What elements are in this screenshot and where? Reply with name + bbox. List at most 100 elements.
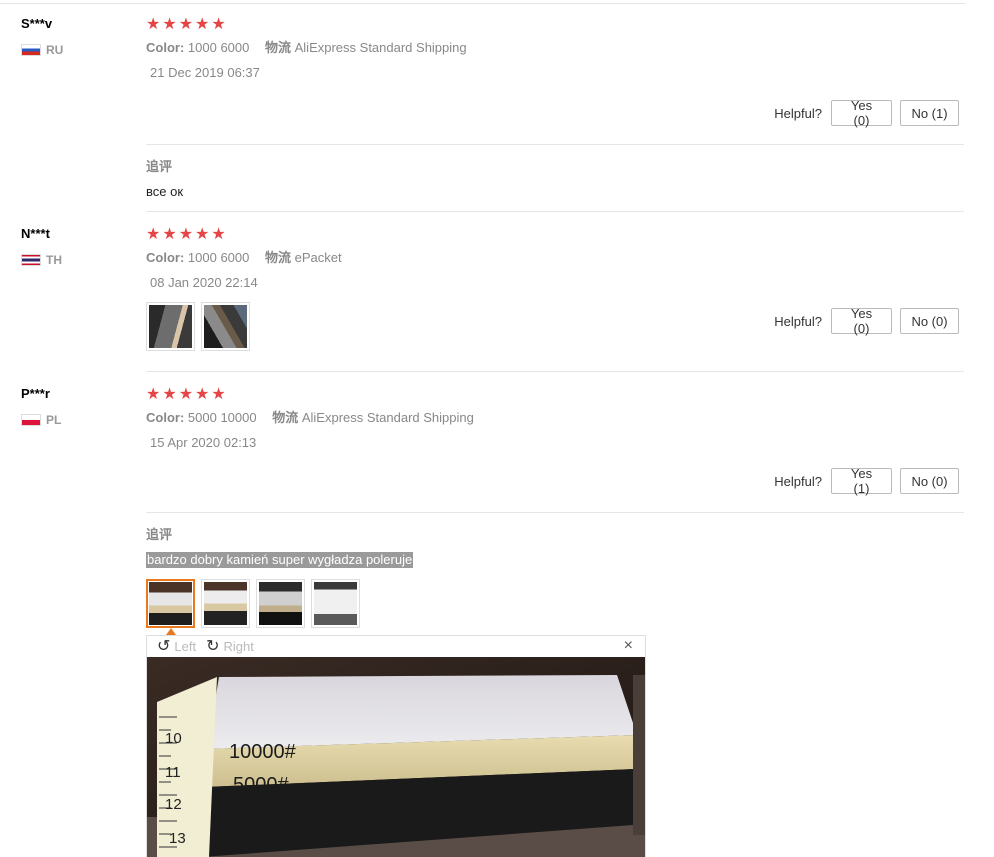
viewer-pointer bbox=[166, 628, 176, 635]
review-divider bbox=[146, 211, 964, 212]
followup-text: все ок bbox=[146, 184, 184, 199]
review-photos bbox=[146, 302, 250, 351]
ruler-number: 10 bbox=[165, 730, 182, 747]
star-icon: ★ bbox=[195, 386, 210, 403]
reviewer-info: P***r PL bbox=[21, 386, 131, 427]
shipping-label: 物流 bbox=[272, 410, 299, 425]
review-content: ★ ★ ★ ★ ★ Color: 5000 10000 物流 AliExpres… bbox=[146, 386, 964, 451]
shipping-label: 物流 bbox=[264, 250, 291, 265]
ruler-number: 11 bbox=[165, 764, 181, 781]
star-icon: ★ bbox=[195, 226, 210, 243]
color-label: Color: bbox=[146, 40, 185, 55]
followup-photo-thumbnail-active[interactable] bbox=[146, 579, 195, 628]
star-icon: ★ bbox=[162, 226, 177, 243]
ruler-number: 12 bbox=[165, 796, 182, 813]
color-value: 1000 6000 bbox=[187, 250, 250, 265]
rotate-right-icon: ↻ bbox=[206, 637, 220, 655]
shipping-label: 物流 bbox=[264, 40, 291, 55]
helpful-label: Helpful? bbox=[774, 313, 822, 329]
star-rating: ★ ★ ★ ★ ★ bbox=[146, 226, 964, 244]
followup-photo-thumbnail[interactable] bbox=[201, 579, 250, 628]
followup-divider bbox=[146, 144, 964, 145]
order-attributes: Color: 1000 6000 物流 ePacket bbox=[146, 250, 964, 266]
star-icon: ★ bbox=[178, 386, 194, 403]
country-code: RU bbox=[46, 43, 64, 57]
review-photo-thumbnail[interactable] bbox=[146, 302, 195, 351]
helpful-label: Helpful? bbox=[774, 105, 822, 121]
shipping-value: ePacket bbox=[294, 250, 342, 265]
followup-photos bbox=[146, 579, 360, 628]
helpful-controls: Helpful? Yes (0) No (0) bbox=[774, 306, 959, 336]
color-value: 1000 6000 bbox=[187, 40, 250, 55]
followup-title: 追评 bbox=[146, 159, 173, 174]
helpful-no-button[interactable]: No (0) bbox=[900, 308, 959, 334]
ruler-number: 13 bbox=[169, 830, 186, 847]
reviewer-country: RU bbox=[21, 43, 131, 57]
star-icon: ★ bbox=[195, 16, 210, 33]
viewer-photo: 10 11 12 13 10000# 5000# bbox=[147, 657, 645, 857]
star-icon: ★ bbox=[211, 386, 226, 403]
photo-image bbox=[259, 582, 302, 625]
rotate-left-icon: ↺ bbox=[157, 637, 171, 655]
photo-image bbox=[149, 582, 192, 625]
color-value: 5000 10000 bbox=[187, 410, 257, 425]
review-date: 21 Dec 2019 06:37 bbox=[150, 65, 260, 80]
review-photo-thumbnail[interactable] bbox=[201, 302, 250, 351]
reviewer-country: TH bbox=[21, 253, 131, 267]
star-icon: ★ bbox=[146, 226, 161, 243]
country-code: PL bbox=[46, 413, 62, 427]
review-content: ★ ★ ★ ★ ★ Color: 1000 6000 物流 ePacket 08… bbox=[146, 226, 964, 291]
photo-image bbox=[204, 582, 247, 625]
shipping-value: AliExpress Standard Shipping bbox=[301, 410, 474, 425]
followup-title: 追评 bbox=[146, 527, 173, 542]
star-icon: ★ bbox=[178, 226, 194, 243]
photo-image bbox=[149, 305, 192, 348]
flag-ru-icon bbox=[21, 44, 41, 56]
color-label: Color: bbox=[146, 410, 185, 425]
reviewer-info: N***t TH bbox=[21, 226, 131, 267]
review-date: 15 Apr 2020 02:13 bbox=[150, 435, 257, 450]
reviewer-name: N***t bbox=[21, 226, 50, 241]
viewer-toolbar: ↺ Left ↻ Right × bbox=[147, 636, 645, 657]
helpful-yes-button[interactable]: Yes (0) bbox=[831, 98, 892, 128]
rotate-left-button[interactable]: ↺ Left bbox=[157, 637, 197, 655]
order-attributes: Color: 1000 6000 物流 AliExpress Standard … bbox=[146, 40, 964, 56]
reviewer-name: S***v bbox=[21, 16, 53, 31]
star-icon: ★ bbox=[146, 16, 161, 33]
rotate-right-label: Right bbox=[223, 639, 254, 654]
rotate-right-button[interactable]: ↻ Right bbox=[206, 637, 254, 655]
helpful-no-button[interactable]: No (0) bbox=[900, 468, 959, 494]
whetstone-photo: 10 11 12 13 10000# 5000# bbox=[147, 657, 645, 857]
star-rating: ★ ★ ★ ★ ★ bbox=[146, 386, 964, 404]
close-icon[interactable]: × bbox=[624, 637, 633, 655]
followup-photo-thumbnail[interactable] bbox=[256, 579, 305, 628]
review-date: 08 Jan 2020 22:14 bbox=[150, 275, 258, 290]
flag-th-icon bbox=[21, 254, 41, 266]
followup-photo-thumbnail[interactable] bbox=[311, 579, 360, 628]
rotate-left-label: Left bbox=[174, 639, 197, 654]
helpful-controls: Helpful? Yes (1) No (0) bbox=[774, 466, 959, 496]
grit-label-bottom: 5000# bbox=[233, 774, 289, 796]
reviewer-name: P***r bbox=[21, 386, 50, 401]
photo-image bbox=[314, 582, 357, 625]
star-icon: ★ bbox=[211, 16, 226, 33]
helpful-yes-button[interactable]: Yes (0) bbox=[831, 306, 892, 336]
grit-label-top: 10000# bbox=[229, 741, 297, 763]
flag-pl-icon bbox=[21, 414, 41, 426]
photo-viewer: ↺ Left ↻ Right × 10 11 12 13 10000# 5000… bbox=[146, 635, 646, 857]
reviewer-info: S***v RU bbox=[21, 16, 131, 57]
review-content: ★ ★ ★ ★ ★ Color: 1000 6000 物流 AliExpress… bbox=[146, 16, 964, 81]
star-icon: ★ bbox=[146, 386, 161, 403]
followup-text: bardzo dobry kamień super wygładza poler… bbox=[146, 552, 414, 568]
star-icon: ★ bbox=[162, 16, 177, 33]
star-icon: ★ bbox=[178, 16, 194, 33]
shipping-value: AliExpress Standard Shipping bbox=[294, 40, 467, 55]
order-attributes: Color: 5000 10000 物流 AliExpress Standard… bbox=[146, 410, 964, 426]
color-label: Color: bbox=[146, 250, 185, 265]
helpful-yes-button[interactable]: Yes (1) bbox=[831, 466, 892, 496]
star-rating: ★ ★ ★ ★ ★ bbox=[146, 16, 964, 34]
helpful-controls: Helpful? Yes (0) No (1) bbox=[774, 98, 959, 128]
country-code: TH bbox=[46, 253, 62, 267]
star-icon: ★ bbox=[211, 226, 226, 243]
helpful-no-button[interactable]: No (1) bbox=[900, 100, 959, 126]
